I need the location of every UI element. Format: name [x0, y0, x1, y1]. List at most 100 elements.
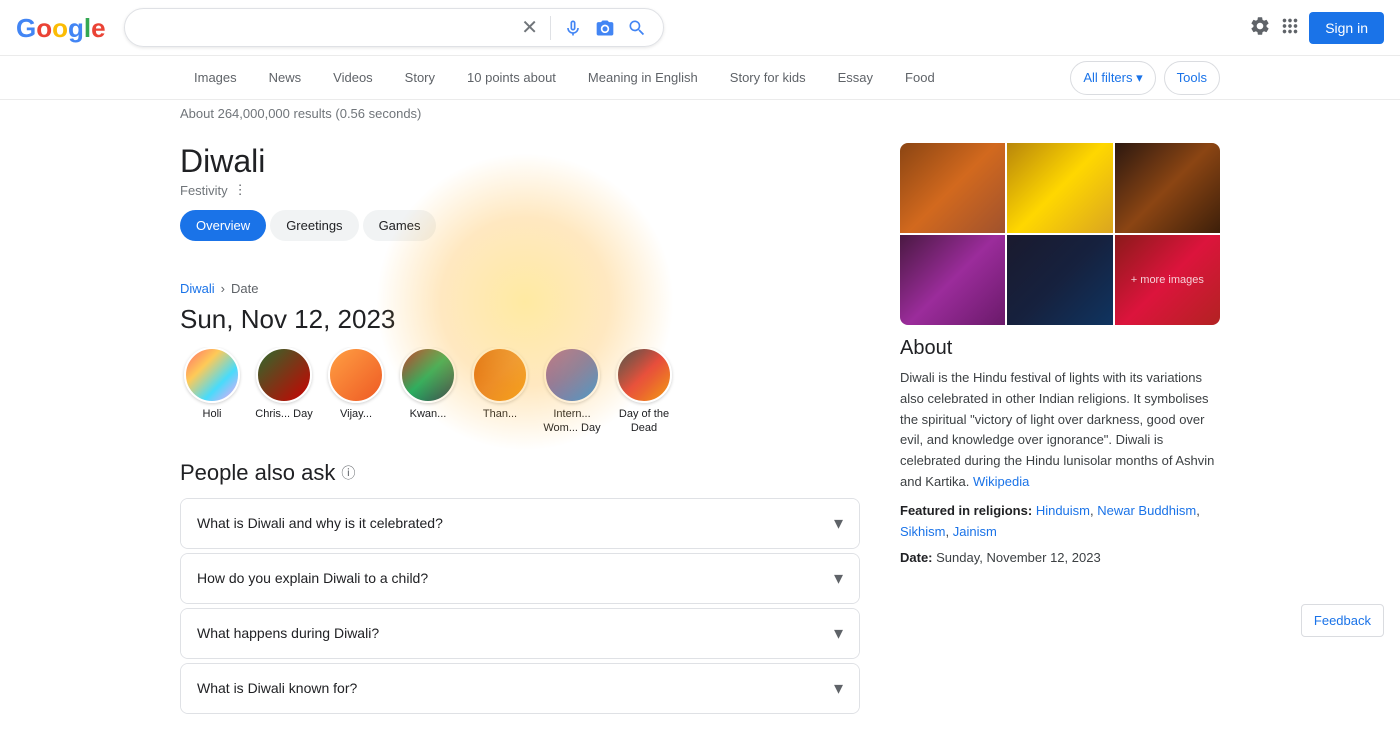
more-images-overlay[interactable]: + more images [1131, 274, 1204, 286]
google-logo[interactable]: Google [16, 13, 108, 43]
header-right: Sign in [1249, 12, 1384, 44]
chevron-down-icon: ▾ [834, 568, 843, 589]
kp-image-6[interactable]: + more images [1115, 235, 1220, 325]
related-item-holi[interactable]: Holi [180, 347, 244, 436]
paa-title: People also ask ⓘ [180, 460, 860, 486]
kp-image-4[interactable] [900, 235, 1005, 325]
related-item-vijaya[interactable]: Vijay... [324, 347, 388, 436]
breadcrumb-separator: › [221, 281, 225, 296]
search-nav: Images News Videos Story 10 points about… [0, 56, 1400, 100]
related-item-christmas[interactable]: Chris... Day [252, 347, 316, 436]
nav-item-news[interactable]: News [255, 60, 316, 95]
apps-button[interactable] [1279, 15, 1301, 40]
entity-subtitle: Festivity ⋮ [180, 182, 860, 198]
clear-search-button[interactable]: ✕ [521, 15, 538, 40]
entity-card: Diwali Festivity ⋮ Overview Greetings Ga… [180, 127, 860, 269]
entity-date: Sun, Nov 12, 2023 [180, 300, 860, 347]
nav-item-10points[interactable]: 10 points about [453, 60, 570, 95]
related-item-vijaya-label: Vijay... [340, 407, 372, 421]
related-item-kwanzaa-img [400, 347, 456, 403]
more-options-icon[interactable]: ⋮ [234, 182, 247, 198]
paa-question-2[interactable]: How do you explain Diwali to a child? ▾ [180, 553, 860, 604]
image-search-button[interactable] [595, 18, 615, 38]
nav-item-story-kids[interactable]: Story for kids [716, 60, 820, 95]
wikipedia-link[interactable]: Wikipedia [973, 474, 1029, 489]
related-item-kwanzaa-label: Kwan... [410, 407, 447, 421]
tab-overview[interactable]: Overview [180, 210, 266, 241]
kp-religions-label: Featured in religions: [900, 503, 1032, 518]
religion-sikhism-link[interactable]: Sikhism [900, 524, 946, 539]
religion-newar-buddhism-link[interactable]: Newar Buddhism [1097, 503, 1196, 518]
people-also-ask-section: People also ask ⓘ What is Diwali and why… [180, 460, 860, 714]
svg-text:Google: Google [16, 13, 106, 43]
entity-tabs: Overview Greetings Games [180, 210, 860, 241]
related-item-thanksgiving[interactable]: Than... [468, 347, 532, 436]
religion-jainism-link[interactable]: Jainism [953, 524, 997, 539]
related-item-international-img [544, 347, 600, 403]
search-input[interactable]: diwali [141, 19, 513, 37]
related-item-dayofthe-label: Day of the Dead [612, 407, 676, 436]
nav-item-essay[interactable]: Essay [824, 60, 887, 95]
paa-question-3-row[interactable]: What happens during Diwali? ▾ [181, 609, 859, 658]
google-search-button[interactable] [627, 18, 647, 38]
all-filters-button[interactable]: All filters ▾ [1070, 61, 1155, 95]
related-item-christmas-label: Chris... Day [255, 407, 312, 421]
left-column: Diwali Festivity ⋮ Overview Greetings Ga… [180, 127, 860, 730]
kp-images-grid: + more images [900, 143, 1220, 325]
divider [550, 16, 551, 40]
related-item-dayofthe[interactable]: Day of the Dead [612, 347, 676, 436]
kp-image-1[interactable] [900, 143, 1005, 233]
related-item-holi-img [184, 347, 240, 403]
sign-in-button[interactable]: Sign in [1309, 12, 1384, 44]
kp-date-value: Sunday, November 12, 2023 [936, 550, 1101, 565]
chevron-down-icon: ▾ [834, 623, 843, 644]
nav-item-meaning[interactable]: Meaning in English [574, 60, 712, 95]
search-action-icons: ✕ [521, 15, 647, 40]
nav-item-story[interactable]: Story [391, 60, 449, 95]
related-item-christmas-img [256, 347, 312, 403]
kp-image-2[interactable] [1007, 143, 1112, 233]
related-item-international[interactable]: Intern... Wom... Day [540, 347, 604, 436]
nav-item-videos[interactable]: Videos [319, 60, 387, 95]
chevron-down-icon: ▾ [834, 513, 843, 534]
settings-button[interactable] [1249, 15, 1271, 40]
related-item-holi-label: Holi [203, 407, 222, 421]
kp-image-5[interactable] [1007, 235, 1112, 325]
knowledge-panel: + more images About Diwali is the Hindu … [900, 127, 1220, 730]
results-info: About 264,000,000 results (0.56 seconds) [0, 100, 1400, 127]
voice-search-button[interactable] [563, 18, 583, 38]
entity-title: Diwali [180, 143, 860, 180]
nav-item-food[interactable]: Food [891, 60, 949, 95]
paa-info-icon[interactable]: ⓘ [341, 463, 355, 483]
kp-date-row: Date: Sunday, November 12, 2023 [900, 548, 1220, 569]
religion-hinduism-link[interactable]: Hinduism [1036, 503, 1090, 518]
related-item-vijaya-img [328, 347, 384, 403]
breadcrumb-parent-link[interactable]: Diwali [180, 281, 215, 296]
tools-button[interactable]: Tools [1164, 61, 1220, 95]
kp-about-title: About [900, 337, 1220, 360]
paa-question-1[interactable]: What is Diwali and why is it celebrated?… [180, 498, 860, 549]
kp-religions-row: Featured in religions: Hinduism, Newar B… [900, 501, 1220, 543]
breadcrumb-current: Date [231, 281, 258, 296]
main-content: Diwali Festivity ⋮ Overview Greetings Ga… [0, 127, 1400, 730]
nav-item-images[interactable]: Images [180, 60, 251, 95]
paa-question-1-row[interactable]: What is Diwali and why is it celebrated?… [181, 499, 859, 548]
kp-image-3[interactable] [1115, 143, 1220, 233]
tab-games[interactable]: Games [363, 210, 437, 241]
feedback-button[interactable]: Feedback [1301, 604, 1384, 637]
related-festivals-scroll[interactable]: Holi Chris... Day Vijay... Kwan... Than.… [180, 347, 860, 444]
paa-question-4[interactable]: What is Diwali known for? ▾ [180, 663, 860, 714]
related-item-international-label: Intern... Wom... Day [540, 407, 604, 436]
related-item-thanksgiving-label: Than... [483, 407, 517, 421]
paa-question-2-row[interactable]: How do you explain Diwali to a child? ▾ [181, 554, 859, 603]
related-item-thanksgiving-img [472, 347, 528, 403]
paa-question-4-row[interactable]: What is Diwali known for? ▾ [181, 664, 859, 713]
tab-greetings[interactable]: Greetings [270, 210, 358, 241]
search-bar: diwali ✕ [124, 8, 664, 47]
chevron-down-icon: ▾ [834, 678, 843, 699]
related-item-dayofthe-img [616, 347, 672, 403]
kp-date-label: Date: [900, 550, 933, 565]
kp-about-text: Diwali is the Hindu festival of lights w… [900, 368, 1220, 493]
related-item-kwanzaa[interactable]: Kwan... [396, 347, 460, 436]
paa-question-3[interactable]: What happens during Diwali? ▾ [180, 608, 860, 659]
